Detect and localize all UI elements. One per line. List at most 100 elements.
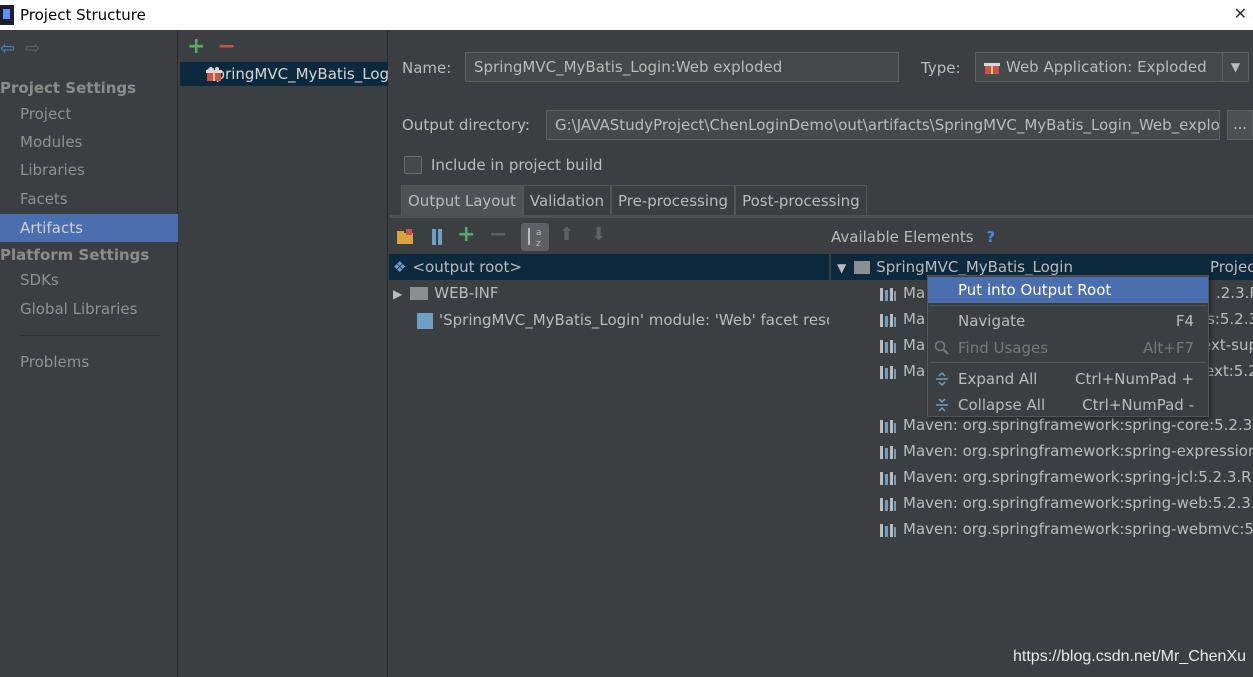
menu-item-label: Put into Output Root: [958, 281, 1112, 299]
type-select-value: Web Application: Exploded: [1006, 58, 1207, 76]
intellij-app-icon: [0, 5, 14, 25]
svg-text:z: z: [536, 239, 541, 249]
output-root-label: <output root>: [412, 258, 522, 276]
library-label: Maven: org.springframework:spring-jcl:5.…: [903, 468, 1253, 486]
type-label: Type:: [921, 59, 961, 77]
sidebar-divider: [20, 335, 160, 336]
help-icon[interactable]: ?: [986, 228, 995, 246]
facet-resources-icon: [417, 312, 433, 329]
library-label: Ma: [903, 336, 926, 354]
artifact-list-panel: + − SpringMVC_MyBatis_Login:Web exploded: [179, 30, 388, 677]
menu-divider: [930, 305, 1206, 306]
type-select[interactable]: Web Application: Exploded ▼: [975, 52, 1249, 82]
search-icon: [934, 340, 949, 355]
tree-row-facet-resources[interactable]: 'SpringMVC_MyBatis_Login' module: 'Web' …: [389, 307, 829, 333]
library-row[interactable]: Maven: org.springframework:spring-web:5.…: [831, 490, 1253, 516]
menu-item-expand-all[interactable]: Expand All Ctrl+NumPad +: [928, 366, 1208, 392]
sidebar-item-artifacts[interactable]: Artifacts: [0, 214, 178, 242]
sidebar-item-project[interactable]: Project: [0, 100, 178, 128]
menu-divider: [930, 362, 1206, 363]
include-build-label: Include in project build: [431, 156, 603, 174]
menu-item-label: Find Usages: [958, 339, 1049, 357]
sort-alphabetically-icon[interactable]: a z: [521, 223, 549, 251]
artifact-toolbar: + −: [187, 34, 236, 59]
chevron-down-icon[interactable]: ▼: [837, 261, 846, 275]
menu-item-collapse-all[interactable]: Collapse All Ctrl+NumPad -: [928, 392, 1208, 418]
library-label: Ma: [903, 362, 926, 380]
remove-artifact-icon[interactable]: −: [217, 34, 235, 59]
collapse-all-icon: [936, 398, 948, 412]
tree-row-label: 'SpringMVC_MyBatis_Login' module: 'Web' …: [439, 311, 829, 329]
include-build-checkbox[interactable]: [404, 156, 422, 174]
library-label: Maven: org.springframework:spring-expres…: [903, 442, 1253, 460]
sidebar-item-problems[interactable]: Problems: [0, 348, 178, 376]
artifact-item-label: SpringMVC_MyBatis_Login:Web exploded: [206, 65, 388, 83]
library-icon: [880, 471, 896, 485]
library-icon: [880, 339, 896, 353]
add-element-icon[interactable]: +: [457, 222, 475, 247]
nav-arrows: ⇦ ⇨: [0, 38, 40, 59]
menu-item-shortcut: F4: [1175, 312, 1194, 330]
output-root-icon: ❖: [393, 258, 407, 276]
create-directory-icon[interactable]: [395, 226, 415, 248]
archive-icon[interactable]: [427, 226, 447, 248]
sidebar-item-global-libraries[interactable]: Global Libraries: [0, 295, 178, 323]
web-artifact-icon: [206, 67, 222, 81]
library-row[interactable]: Maven: org.springframework:spring-webmvc…: [831, 516, 1253, 542]
sidebar-item-facets[interactable]: Facets: [0, 185, 178, 213]
context-menu: Put into Output Root Navigate F4 Find Us…: [927, 275, 1209, 417]
browse-button[interactable]: ...: [1227, 110, 1253, 140]
available-elements-header: Available Elements ?: [831, 228, 995, 246]
library-label-suffix: s:5.2.3: [1207, 310, 1253, 328]
menu-item-navigate[interactable]: Navigate F4: [928, 308, 1208, 334]
menu-item-label: Collapse All: [958, 396, 1046, 414]
module-folder-icon: [854, 261, 871, 274]
library-label: Maven: org.springframework:spring-webmvc…: [903, 520, 1253, 538]
sidebar-item-modules[interactable]: Modules: [0, 128, 178, 156]
available-root-label: SpringMVC_MyBatis_Login: [876, 258, 1073, 276]
add-artifact-icon[interactable]: +: [187, 34, 205, 59]
window-title: Project Structure: [20, 6, 146, 24]
editor-tabs: Output Layout Validation Pre-processing …: [401, 185, 867, 215]
back-arrow-icon[interactable]: ⇦: [0, 38, 15, 59]
library-icon: [880, 445, 896, 459]
sidebar-item-sdks[interactable]: SDKs: [0, 266, 178, 294]
tab-output-layout[interactable]: Output Layout: [401, 185, 523, 215]
remove-element-icon[interactable]: −: [489, 222, 507, 247]
close-icon[interactable]: ✕: [1234, 4, 1247, 23]
tab-post-processing[interactable]: Post-processing: [735, 185, 867, 215]
layout-toolbar: + − a z ⬆ ⬇: [389, 220, 1253, 254]
title-bar: Project Structure ✕: [0, 0, 1253, 30]
tab-pre-processing[interactable]: Pre-processing: [610, 185, 736, 215]
available-elements-label: Available Elements: [831, 228, 974, 246]
available-root-suffix: Projec: [1210, 258, 1253, 276]
menu-item-shortcut: Ctrl+NumPad +: [1074, 370, 1194, 388]
project-settings-heading: Project Settings: [0, 79, 137, 97]
move-up-icon[interactable]: ⬆: [559, 224, 574, 245]
output-root-row[interactable]: ❖ <output root>: [389, 254, 829, 280]
library-icon: [880, 287, 896, 301]
sidebar-item-libraries[interactable]: Libraries: [0, 156, 178, 184]
tree-row-label: WEB-INF: [434, 284, 499, 302]
library-label-suffix: ext-sup: [1202, 336, 1253, 354]
menu-item-shortcut: Ctrl+NumPad -: [1082, 396, 1194, 414]
library-label-suffix: ext:5.2: [1205, 362, 1253, 380]
output-directory-input[interactable]: G:\JAVAStudyProject\ChenLoginDemo\out\ar…: [546, 110, 1220, 140]
settings-sidebar: ⇦ ⇨ Project Settings Project Modules Lib…: [0, 30, 178, 677]
library-label-suffix: .2.3.R: [1216, 284, 1253, 302]
watermark-text: https://blog.csdn.net/Mr_ChenXu: [1013, 648, 1247, 665]
name-input[interactable]: SpringMVC_MyBatis_Login:Web exploded: [465, 52, 899, 82]
chevron-down-icon[interactable]: ▼: [1222, 53, 1248, 81]
menu-item-find-usages[interactable]: Find Usages Alt+F7: [928, 335, 1208, 361]
move-down-icon[interactable]: ⬇: [591, 224, 606, 245]
menu-item-put-into-output-root[interactable]: Put into Output Root: [928, 277, 1208, 303]
forward-arrow-icon[interactable]: ⇨: [25, 38, 40, 59]
chevron-right-icon[interactable]: ▶: [393, 287, 402, 301]
library-label: Ma: [903, 284, 926, 302]
platform-settings-heading: Platform Settings: [0, 246, 150, 264]
library-row[interactable]: Maven: org.springframework:spring-jcl:5.…: [831, 464, 1253, 490]
library-row[interactable]: Maven: org.springframework:spring-expres…: [831, 438, 1253, 464]
tree-row-web-inf[interactable]: ▶ WEB-INF: [389, 280, 829, 306]
tab-validation[interactable]: Validation: [522, 185, 611, 215]
library-label: Maven: org.springframework:spring-core:5…: [903, 416, 1253, 434]
